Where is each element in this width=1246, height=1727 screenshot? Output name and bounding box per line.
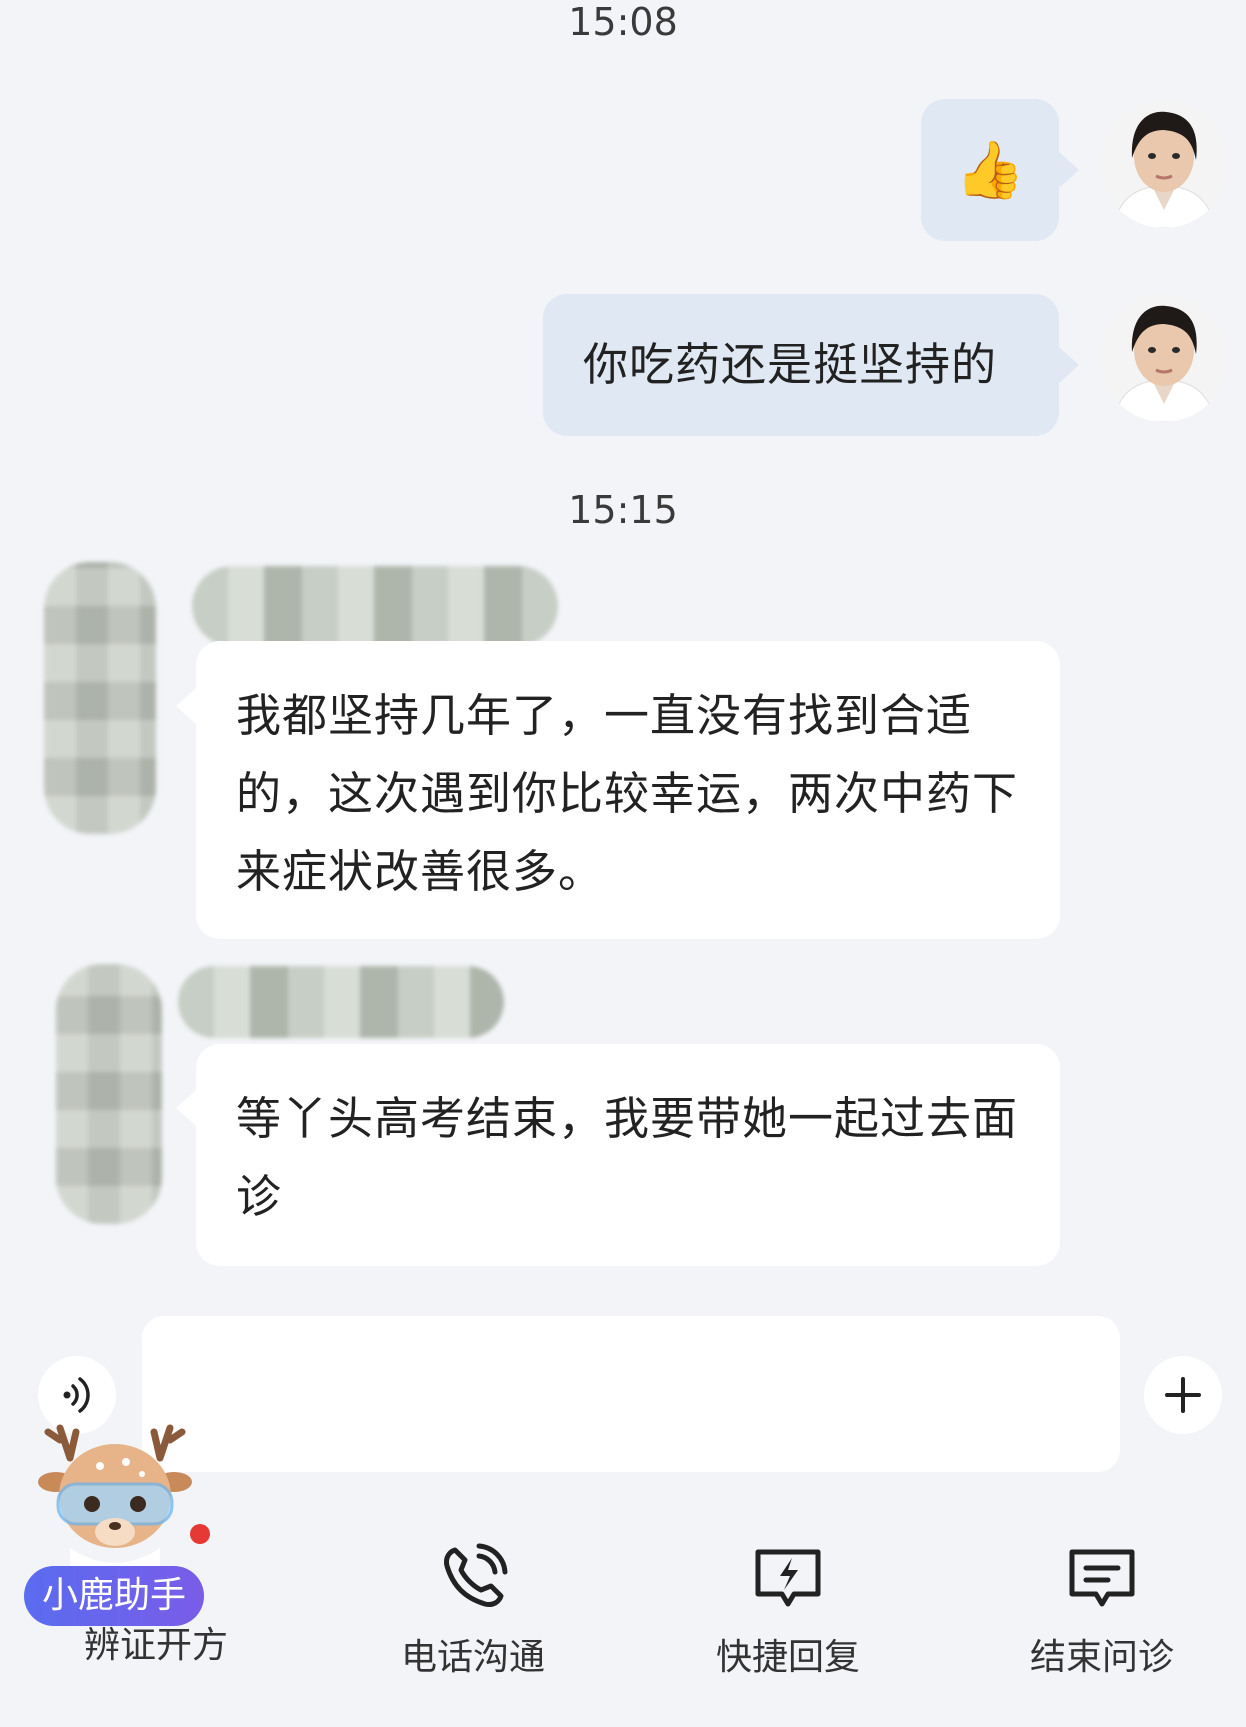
doctor-avatar[interactable] <box>1100 294 1228 422</box>
patient-avatar-blurred[interactable] <box>44 562 156 834</box>
toolbar-label: 快捷回复 <box>715 1637 860 1678</box>
toolbar-label: 电话沟通 <box>400 1637 545 1678</box>
bubble-tail <box>1059 152 1079 188</box>
voice-icon <box>63 1377 90 1413</box>
toolbar-item-end-consult[interactable]: 结束问诊 <box>1002 1540 1202 1680</box>
assistant-mascot[interactable] <box>30 1418 200 1578</box>
message-bubble-incoming[interactable]: 等丫头高考结束，我要带她一起过去面诊 <box>196 1044 1060 1266</box>
patient-avatar-blurred[interactable] <box>56 964 162 1224</box>
message-bubble-outgoing[interactable]: 你吃药还是挺坚持的 <box>543 294 1059 436</box>
phone-icon <box>444 1543 508 1607</box>
patient-name-blurred <box>178 966 504 1038</box>
doctor-avatar[interactable] <box>1100 100 1228 228</box>
plus-icon <box>1165 1377 1201 1413</box>
deer-mascot-icon <box>38 1424 192 1578</box>
message-input[interactable] <box>142 1316 1120 1472</box>
message-bubble-outgoing[interactable]: 👍 <box>921 99 1059 241</box>
notification-dot <box>190 1524 210 1544</box>
end-consult-icon <box>1069 1549 1135 1607</box>
thumbs-up-emoji: 👍 <box>955 138 1025 203</box>
add-button[interactable] <box>1144 1356 1222 1434</box>
bubble-tail <box>176 1090 196 1126</box>
patient-name-blurred <box>192 566 558 646</box>
bubble-tail <box>176 688 196 724</box>
timestamp: 15:15 <box>568 488 678 532</box>
toolbar-label: 辨证开方 <box>83 1625 228 1666</box>
quick-reply-icon <box>755 1549 821 1607</box>
toolbar-item-prescribe[interactable]: 辨证开方 <box>56 1616 256 1668</box>
doctor-avatar-icon <box>1100 100 1228 228</box>
toolbar-label: 结束问诊 <box>1029 1637 1174 1678</box>
timestamp: 15:08 <box>568 0 678 44</box>
message-text: 你吃药还是挺坚持的 <box>583 338 998 391</box>
toolbar-item-phone[interactable]: 电话沟通 <box>373 1540 573 1680</box>
doctor-avatar-icon <box>1100 294 1228 422</box>
toolbar-item-quick-reply[interactable]: 快捷回复 <box>688 1540 888 1680</box>
bubble-tail <box>1059 347 1079 383</box>
message-text: 我都坚持几年了，一直没有找到合适的，这次遇到你比较幸运，两次中药下来症状改善很多… <box>236 689 1019 898</box>
message-text: 等丫头高考结束，我要带她一起过去面诊 <box>236 1092 1019 1223</box>
message-bubble-incoming[interactable]: 我都坚持几年了，一直没有找到合适的，这次遇到你比较幸运，两次中药下来症状改善很多… <box>196 641 1060 939</box>
